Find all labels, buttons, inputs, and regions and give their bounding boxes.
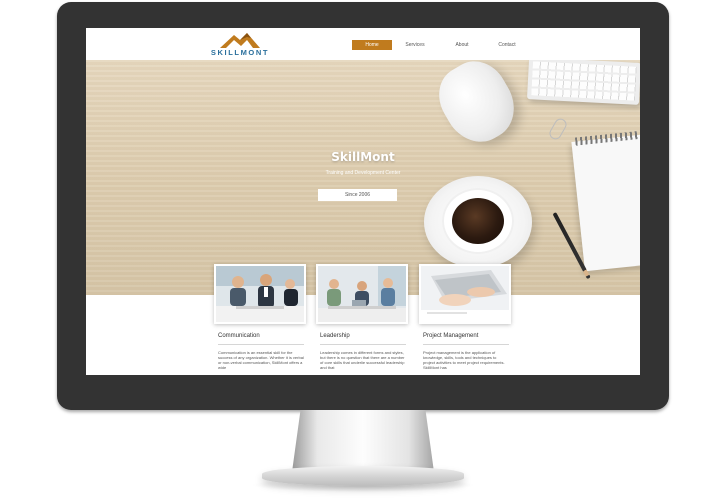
card-title: Project Management [423,333,479,339]
divider [218,344,304,345]
card-text: Communication is an essential skill for … [218,350,304,370]
divider [423,344,509,345]
card-title: Communication [218,333,260,339]
card-text: Project management is the application of… [423,350,505,370]
monitor-base [262,466,464,486]
card-text: Leadership comes in different forms and … [320,350,405,370]
service-cards: Communication Communication is an essent… [86,28,640,375]
monitor-stand [292,410,434,472]
monitor-mockup: SKILLMONT Home Services About Contact Sk… [0,0,726,501]
divider [320,344,406,345]
meeting-photo-icon [216,266,304,322]
laptop-typing-photo-icon [421,266,509,322]
card-photo [316,264,408,324]
website-screen: SKILLMONT Home Services About Contact Sk… [86,28,640,375]
card-photo [214,264,306,324]
team-photo-icon [318,266,406,322]
card-title: Leadership [320,333,350,339]
card-photo [419,264,511,324]
